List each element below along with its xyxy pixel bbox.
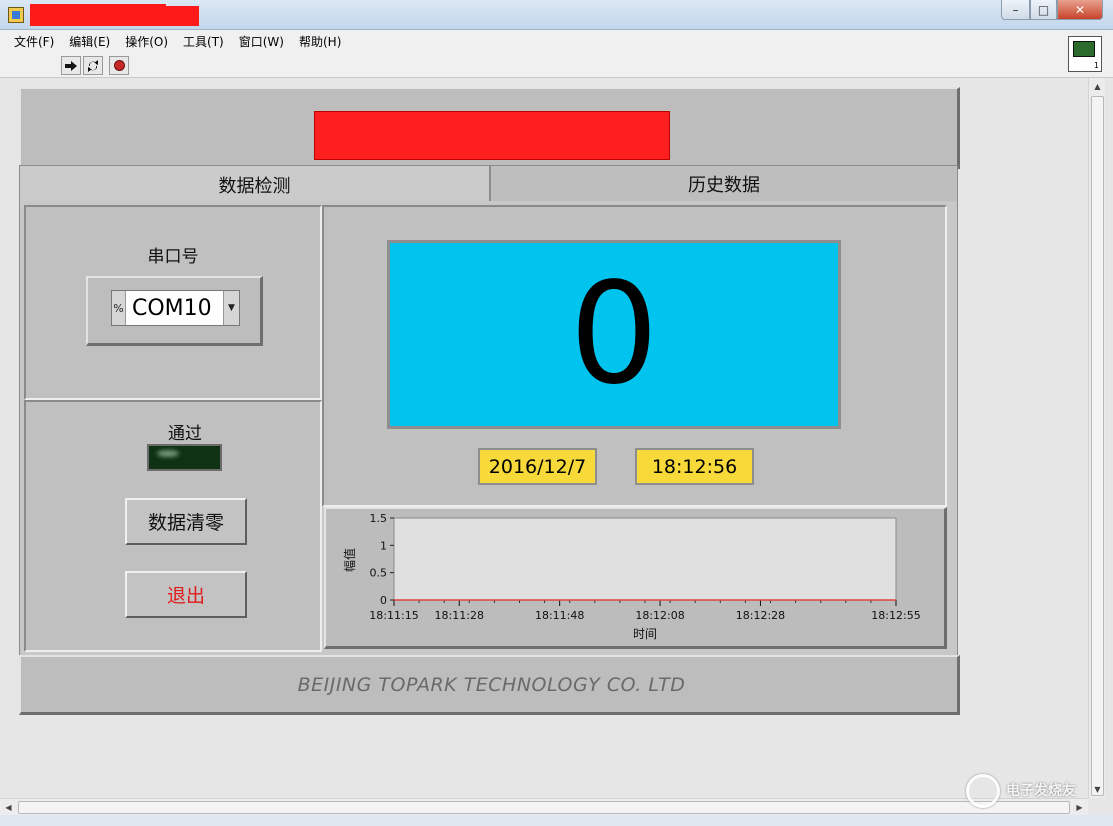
x-tick-label: 18:11:48 (535, 609, 584, 622)
clear-data-button[interactable]: 数据清零 (125, 498, 247, 545)
menu-tools[interactable]: 工具(T) (183, 33, 224, 50)
tab-data-detection[interactable]: 数据检测 (19, 165, 490, 203)
toolbar (0, 52, 1113, 78)
vertical-scroll-thumb[interactable] (1091, 96, 1104, 796)
window-bottom-edge (0, 815, 1113, 826)
maximize-button[interactable]: □ (1030, 0, 1057, 20)
plot-area (393, 517, 897, 601)
redacted-window-title-part (166, 6, 199, 26)
close-button[interactable]: ✕ (1057, 0, 1103, 20)
scroll-left-arrow-icon[interactable]: ◀ (0, 799, 17, 816)
port-label: 串口号 (147, 247, 199, 267)
minimize-button[interactable]: – (1001, 0, 1030, 20)
menu-window[interactable]: 窗口(W) (239, 33, 284, 50)
scroll-up-arrow-icon[interactable]: ▲ (1089, 78, 1106, 95)
x-tick-label: 18:11:28 (435, 609, 484, 622)
run-continuously-icon (88, 59, 98, 72)
company-name: BEIJING TOPARK TECHNOLOGY CO. LTD (297, 674, 686, 696)
pass-label: 通过 (168, 424, 202, 444)
x-tick-label: 18:11:15 (369, 609, 418, 622)
labview-app-icon (8, 7, 24, 23)
x-tick-label: 18:12:55 (871, 609, 920, 622)
port-prefix: % (112, 291, 126, 325)
watermark-text: 电子发烧友 (1006, 783, 1076, 799)
tab-history-data[interactable]: 历史数据 (490, 165, 958, 203)
stop-icon (113, 60, 125, 71)
date-display: 2016/12/7 (478, 448, 597, 485)
redacted-header-title (314, 111, 670, 160)
watermark-logo-icon (966, 774, 1000, 808)
menu-file[interactable]: 文件(F) (14, 33, 54, 50)
x-axis-label: 时间 (633, 627, 657, 641)
waveform-chart: 1.5 1 0.5 0 18:11:15 18:11:28 18:11:48 18:12:0… (342, 512, 921, 641)
run-button[interactable] (61, 56, 81, 75)
run-arrow-icon (65, 60, 77, 71)
x-tick-label: 18:12:28 (736, 609, 785, 622)
menu-help[interactable]: 帮助(H) (299, 33, 341, 50)
y-tick-label: 0 (380, 594, 387, 607)
pass-led-indicator (147, 444, 222, 471)
header-panel (19, 87, 960, 169)
redacted-window-title (30, 4, 166, 26)
horizontal-scrollbar[interactable]: ◀ ▶ (0, 798, 1088, 815)
horizontal-scroll-thumb[interactable] (18, 801, 1070, 814)
vi-connector-icon[interactable] (1068, 36, 1102, 72)
footer-panel: BEIJING TOPARK TECHNOLOGY CO. LTD (19, 655, 960, 715)
scroll-right-arrow-icon[interactable]: ▶ (1071, 799, 1088, 816)
menu-edit[interactable]: 编辑(E) (69, 33, 110, 50)
exit-button[interactable]: 退出 (125, 571, 247, 618)
run-continuously-button[interactable] (83, 56, 103, 75)
time-display: 18:12:56 (635, 448, 754, 485)
y-axis-label: 幅值 (342, 548, 357, 572)
abort-button[interactable] (109, 56, 129, 75)
numeric-display: 0 (387, 240, 841, 429)
menu-bar: 文件(F) 编辑(E) 操作(O) 工具(T) 窗口(W) 帮助(H) (0, 30, 1113, 52)
dropdown-arrow-icon[interactable]: ▼ (223, 291, 239, 325)
port-value: COM10 (132, 295, 212, 321)
vertical-scrollbar[interactable]: ▲ ▼ (1088, 78, 1105, 798)
y-tick-label: 1 (380, 539, 387, 552)
x-tick-label: 18:12:08 (635, 609, 684, 622)
scroll-down-arrow-icon[interactable]: ▼ (1089, 781, 1106, 798)
y-tick-label: 0.5 (370, 567, 388, 580)
window-titlebar: – □ ✕ (0, 0, 1113, 30)
menu-operate[interactable]: 操作(O) (125, 33, 168, 50)
y-tick-label: 1.5 (370, 512, 388, 525)
port-select[interactable]: % COM10 ▼ (111, 290, 240, 326)
